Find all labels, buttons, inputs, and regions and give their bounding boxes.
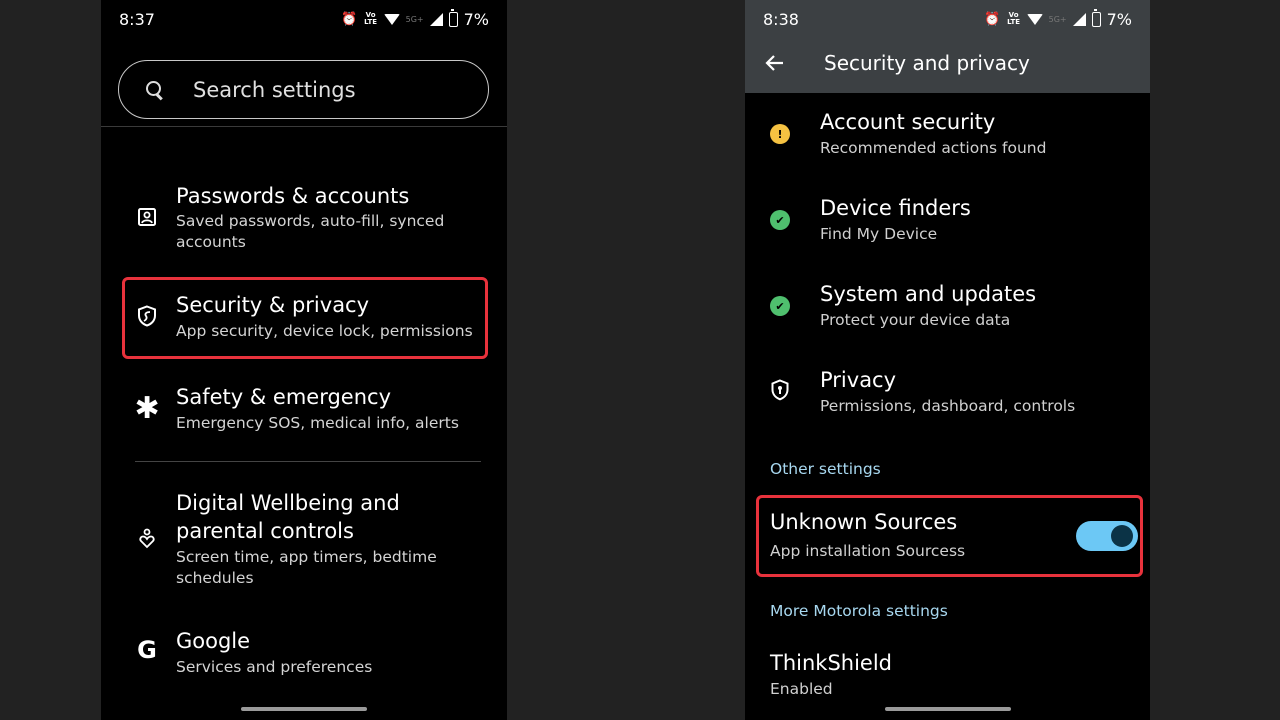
alarm-icon: ⏰ bbox=[984, 11, 1001, 27]
navigation-handle[interactable] bbox=[241, 707, 367, 711]
item-title: Digital Wellbeing and parental controls bbox=[176, 491, 400, 543]
item-subtitle: Find My Device bbox=[820, 225, 938, 243]
settings-screen: 8:37 ⏰ Vo LTE 5G+ 7% Search settings Pass… bbox=[101, 0, 507, 720]
check-dot-icon: ✔ bbox=[770, 296, 790, 316]
list-item-system-updates[interactable]: ✔ System and updates Protect your device… bbox=[745, 280, 1150, 336]
item-subtitle: App installation Sourcess bbox=[770, 542, 966, 560]
item-title: Security & privacy bbox=[176, 293, 370, 317]
alarm-icon: ⏰ bbox=[341, 11, 358, 27]
battery-icon bbox=[1091, 8, 1101, 27]
item-title: Safety & emergency bbox=[176, 385, 391, 409]
settings-item-safety-emergency[interactable]: ✱ Safety & emergency Emergency SOS, medi… bbox=[101, 383, 507, 441]
search-icon bbox=[146, 80, 164, 99]
item-subtitle: Services and preferences bbox=[176, 658, 373, 676]
wifi-icon bbox=[1026, 13, 1043, 25]
item-subtitle: Recommended actions found bbox=[820, 139, 1047, 157]
item-subtitle: Protect your device data bbox=[820, 311, 1011, 329]
item-title: Privacy bbox=[820, 368, 897, 392]
privacy-shield-icon bbox=[770, 379, 790, 401]
item-subtitle: App security, device lock, permissions bbox=[176, 322, 473, 340]
item-title: Passwords & accounts bbox=[176, 184, 410, 208]
item-title: Device finders bbox=[820, 196, 971, 220]
section-header-other-settings: Other settings bbox=[770, 460, 881, 478]
status-bar: 8:38 ⏰ Vo LTE 5G+ 7% bbox=[745, 0, 1150, 38]
settings-item-digital-wellbeing[interactable]: Digital Wellbeing and parental controls … bbox=[101, 489, 507, 589]
page-title: Security and privacy bbox=[824, 51, 1030, 75]
status-time: 8:38 bbox=[763, 9, 799, 29]
battery-percent: 7% bbox=[1106, 9, 1132, 29]
search-settings-input[interactable]: Search settings bbox=[118, 60, 489, 119]
divider bbox=[101, 126, 507, 127]
search-placeholder: Search settings bbox=[193, 77, 356, 102]
navigation-handle[interactable] bbox=[884, 707, 1011, 711]
unknown-sources-toggle[interactable] bbox=[1076, 521, 1138, 551]
status-icons: ⏰ Vo LTE 5G+ 7% bbox=[984, 8, 1132, 29]
battery-icon bbox=[448, 8, 458, 27]
list-item-thinkshield[interactable]: ThinkShield Enabled bbox=[745, 649, 1150, 705]
section-header-motorola: More Motorola settings bbox=[770, 602, 948, 620]
account-box-icon bbox=[135, 205, 159, 229]
list-item-privacy[interactable]: Privacy Permissions, dashboard, controls bbox=[745, 366, 1150, 422]
app-bar: 8:38 ⏰ Vo LTE 5G+ 7% Security and privacy bbox=[745, 0, 1150, 93]
item-subtitle: Permissions, dashboard, controls bbox=[820, 397, 1076, 415]
item-title: Account security bbox=[820, 110, 996, 134]
status-bar: 8:37 ⏰ Vo LTE 5G+ 7% bbox=[101, 0, 507, 38]
network-type: 5G+ bbox=[1048, 14, 1067, 24]
warning-dot-icon: ! bbox=[770, 124, 790, 144]
volte-icon: Vo LTE bbox=[1007, 11, 1021, 26]
item-subtitle: Saved passwords, auto-fill, synced accou… bbox=[176, 212, 445, 251]
battery-percent: 7% bbox=[463, 9, 489, 29]
shield-icon bbox=[135, 304, 159, 328]
item-title: Google bbox=[176, 629, 251, 653]
toggle-thumb bbox=[1111, 525, 1133, 547]
divider bbox=[135, 461, 481, 462]
list-item-device-finders[interactable]: ✔ Device finders Find My Device bbox=[745, 194, 1150, 250]
item-subtitle: Screen time, app timers, bedtime schedul… bbox=[176, 548, 437, 587]
google-g-icon: G bbox=[137, 636, 157, 664]
check-dot-icon: ✔ bbox=[770, 210, 790, 230]
security-privacy-screen: 8:38 ⏰ Vo LTE 5G+ 7% Security and privacy… bbox=[745, 0, 1150, 720]
signal-icon bbox=[429, 12, 443, 26]
network-type: 5G+ bbox=[405, 14, 424, 24]
signal-icon bbox=[1072, 12, 1086, 26]
settings-item-security-privacy[interactable]: Security & privacy App security, device … bbox=[101, 290, 507, 348]
status-time: 8:37 bbox=[119, 9, 155, 29]
volte-icon: Vo LTE bbox=[364, 11, 378, 26]
wifi-icon bbox=[383, 13, 400, 25]
wellbeing-heart-icon bbox=[135, 527, 159, 551]
settings-item-passwords-accounts[interactable]: Passwords & accounts Saved passwords, au… bbox=[101, 180, 507, 260]
list-item-account-security[interactable]: ! Account security Recommended actions f… bbox=[745, 108, 1150, 164]
item-title: Unknown Sources bbox=[770, 510, 958, 534]
item-subtitle: Emergency SOS, medical info, alerts bbox=[176, 414, 459, 432]
asterisk-icon: ✱ bbox=[134, 390, 160, 426]
settings-item-google[interactable]: G Google Services and preferences bbox=[101, 627, 507, 683]
item-title: ThinkShield bbox=[770, 651, 893, 675]
arrow-back-icon[interactable] bbox=[765, 53, 785, 73]
item-subtitle: Enabled bbox=[770, 680, 833, 698]
status-icons: ⏰ Vo LTE 5G+ 7% bbox=[341, 8, 489, 29]
item-title: System and updates bbox=[820, 282, 1037, 306]
